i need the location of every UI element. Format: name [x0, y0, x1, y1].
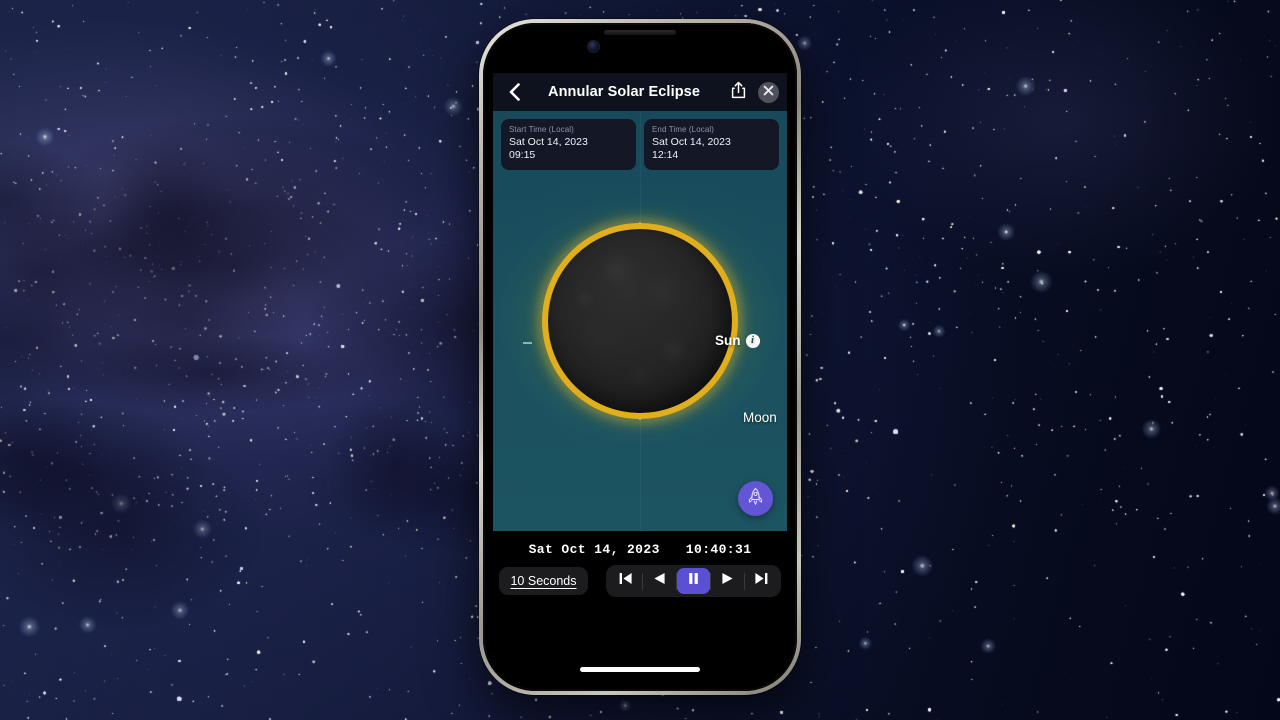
rewind-button[interactable] [643, 568, 676, 594]
skip-forward-button[interactable] [745, 568, 778, 594]
share-button[interactable] [725, 81, 751, 104]
play-button[interactable] [711, 568, 744, 594]
app-header: Annular Solar Eclipse [493, 73, 787, 111]
playback-bar: Sat Oct 14, 2023 10:40:31 10 Seconds [493, 531, 787, 681]
earpiece-speaker [604, 30, 676, 35]
rocket-icon [746, 487, 765, 511]
play-icon [721, 572, 734, 590]
skip-forward-icon [754, 572, 769, 590]
page-title: Annular Solar Eclipse [548, 84, 700, 100]
start-time-date: Sat Oct 14, 2023 [509, 136, 588, 148]
phone-screen: Annular Solar Eclipse Sun i Moon Start T… [493, 33, 787, 681]
reticle-tick-left [523, 342, 532, 344]
end-time-label: End Time (Local) [652, 125, 715, 134]
end-time-date: Sat Oct 14, 2023 [652, 136, 731, 148]
sky-view[interactable]: Sun i Moon Start Time (Local) Sat Oct 14… [493, 111, 787, 531]
current-time: 10:40:31 [685, 541, 752, 557]
chevron-left-icon [509, 83, 520, 101]
moon-disc [548, 229, 732, 413]
start-time-value: 09:15 [509, 149, 536, 162]
start-time-card: Start Time (Local) Sat Oct 14, 2023 09:1… [501, 119, 636, 170]
current-datetime: Sat Oct 14, 2023 10:40:31 [493, 531, 787, 563]
annular-eclipse-graphic [535, 216, 745, 426]
front-camera [588, 41, 599, 52]
start-time-label: Start Time (Local) [509, 125, 574, 134]
phone-device-frame: Annular Solar Eclipse Sun i Moon Start T… [479, 19, 801, 695]
transport-button-group [605, 565, 781, 597]
close-button[interactable] [758, 81, 779, 103]
home-indicator [580, 667, 700, 672]
end-time-card: End Time (Local) Sat Oct 14, 2023 12:14 [644, 119, 779, 170]
moon-label: Moon [743, 410, 777, 425]
share-icon [731, 81, 746, 104]
close-icon [763, 83, 774, 101]
skip-backward-icon [618, 572, 633, 590]
pause-button[interactable] [676, 568, 710, 594]
rocket-button[interactable] [738, 481, 773, 516]
end-time-value: 12:14 [652, 149, 679, 162]
sun-label-group: Sun i [715, 333, 760, 348]
sun-label: Sun [715, 333, 741, 348]
skip-back-button[interactable] [609, 568, 642, 594]
info-icon[interactable]: i [745, 333, 760, 348]
time-step-button[interactable]: 10 Seconds [499, 567, 588, 595]
pause-icon [688, 572, 699, 590]
transport-controls: 10 Seconds [493, 565, 787, 597]
current-date: Sat Oct 14, 2023 [528, 541, 660, 557]
time-cards: Start Time (Local) Sat Oct 14, 2023 09:1… [501, 119, 779, 170]
phone-bezel: Annular Solar Eclipse Sun i Moon Start T… [483, 23, 797, 691]
rewind-icon [653, 572, 666, 590]
